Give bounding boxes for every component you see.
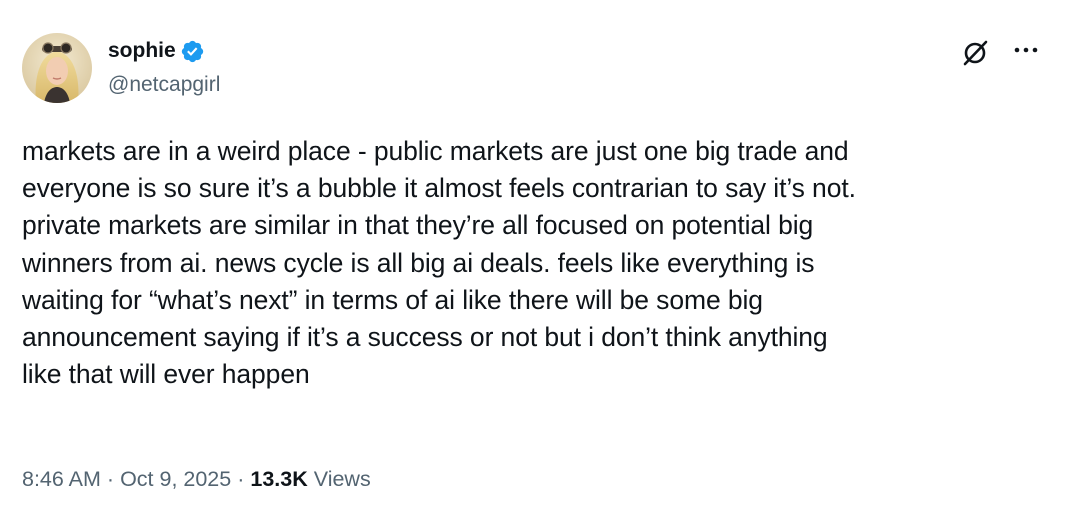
- author-handle[interactable]: @netcapgirl: [108, 72, 220, 98]
- tweet-meta: 8:46 AM · Oct 9, 2025 · 13.3K Views: [22, 464, 371, 494]
- views-count[interactable]: 13.3K: [250, 467, 307, 491]
- more-options-icon[interactable]: [1013, 43, 1039, 57]
- tweet-text-line: everyone is so sure it’s a bubble it alm…: [22, 173, 856, 204]
- separator-dot: ·: [106, 467, 115, 491]
- avatar-image: [22, 33, 92, 103]
- tweet-time[interactable]: 8:46 AM: [22, 467, 101, 491]
- tweet-text-line: waiting for “what’s next” in terms of ai…: [22, 284, 763, 315]
- tweet-text-line: like that will ever happen: [22, 359, 310, 390]
- avatar[interactable]: [22, 33, 92, 103]
- tweet-text: markets are in a weird place - public ma…: [22, 133, 1052, 393]
- separator-dot: ·: [237, 467, 245, 491]
- tweet-text-line: markets are in a weird place - public ma…: [22, 136, 849, 166]
- author-name-row[interactable]: sophie: [108, 37, 205, 65]
- tweet-text-line: private markets are similar in that they…: [22, 210, 814, 241]
- tweet-date[interactable]: Oct 9, 2025: [120, 467, 231, 491]
- verified-badge-icon[interactable]: [180, 39, 205, 64]
- views-label[interactable]: Views: [314, 467, 371, 491]
- display-name[interactable]: sophie: [108, 38, 176, 64]
- grok-icon[interactable]: [959, 39, 991, 67]
- tweet-card: sophie @netcapgirl markets are in a weir…: [0, 0, 1068, 526]
- tweet-text-line: winners from ai. news cycle is all big a…: [22, 247, 815, 278]
- tweet-text-line: announcement saying if it’s a success or…: [22, 322, 828, 353]
